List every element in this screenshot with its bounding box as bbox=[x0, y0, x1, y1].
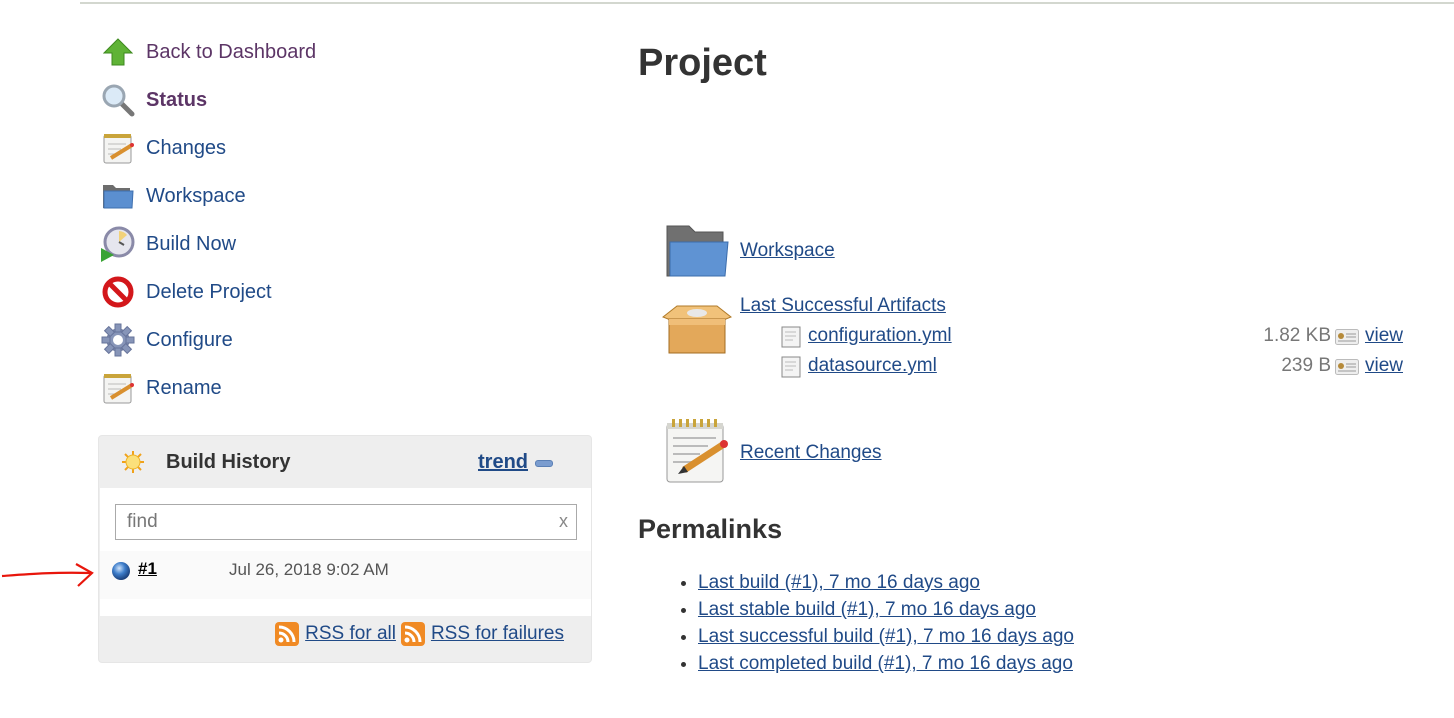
artifact-row: configuration.yml 1.82 KB view bbox=[781, 325, 1403, 351]
permalink-last-stable-build[interactable]: Last stable build (#1), 7 mo 16 days ago bbox=[698, 599, 1036, 620]
file-icon bbox=[781, 326, 801, 354]
view-artifact-link[interactable]: view bbox=[1365, 355, 1403, 377]
last-successful-artifacts-link[interactable]: Last Successful Artifacts bbox=[740, 295, 946, 317]
up-arrow-icon bbox=[100, 34, 136, 70]
task-status[interactable]: Status bbox=[100, 76, 400, 124]
permalink-last-completed-build[interactable]: Last completed build (#1), 7 mo 16 days … bbox=[698, 653, 1073, 674]
task-label: Delete Project bbox=[146, 280, 272, 303]
workspace-link[interactable]: Workspace bbox=[740, 240, 835, 262]
status-ball-icon bbox=[111, 561, 131, 586]
magnifier-icon bbox=[100, 82, 136, 118]
folder-icon bbox=[100, 178, 136, 214]
permalink-last-successful-build[interactable]: Last successful build (#1), 7 mo 16 days… bbox=[698, 626, 1074, 647]
artifact-size: 239 B bbox=[1281, 355, 1331, 376]
task-label: Rename bbox=[146, 376, 222, 399]
view-artifact-link[interactable]: view bbox=[1365, 325, 1403, 347]
fingerprint-icon[interactable] bbox=[1335, 329, 1359, 351]
no-entry-icon bbox=[100, 274, 136, 310]
task-configure[interactable]: Configure bbox=[100, 316, 400, 364]
task-label: Status bbox=[146, 88, 208, 111]
task-label: Changes bbox=[146, 136, 227, 159]
sun-icon bbox=[121, 450, 145, 479]
task-build-now[interactable]: Build Now bbox=[100, 220, 400, 268]
trend-link[interactable]: trend bbox=[478, 451, 528, 474]
rss-icon bbox=[275, 622, 300, 646]
folder-icon bbox=[664, 222, 730, 285]
find-input[interactable] bbox=[125, 505, 549, 539]
rss-all-link[interactable]: RSS for all bbox=[305, 623, 396, 645]
rss-icon bbox=[400, 622, 425, 646]
build-history-header: Build History trend bbox=[99, 436, 591, 488]
task-label: Configure bbox=[146, 328, 233, 351]
artifact-size: 1.82 KB bbox=[1263, 325, 1331, 346]
fingerprint-icon[interactable] bbox=[1335, 359, 1359, 381]
notepad-icon bbox=[664, 418, 730, 491]
artifact-file-link[interactable]: datasource.yml bbox=[808, 355, 937, 377]
task-label: Back to Dashboard bbox=[146, 40, 317, 63]
task-changes[interactable]: Changes bbox=[100, 124, 400, 172]
build-history-body: x #1 Jul 26, 2018 9:02 AM bbox=[100, 488, 591, 616]
permalink-item: Last completed build (#1), 7 mo 16 days … bbox=[698, 651, 1074, 678]
task-back-to-dashboard[interactable]: Back to Dashboard bbox=[100, 28, 400, 76]
permalinks-list: Last build (#1), 7 mo 16 days ago Last s… bbox=[678, 570, 1074, 678]
annotation-arrow-icon bbox=[1, 563, 94, 587]
task-delete-project[interactable]: Delete Project bbox=[100, 268, 400, 316]
top-divider bbox=[80, 2, 1454, 4]
page-title: Project bbox=[638, 42, 767, 84]
permalink-last-build[interactable]: Last build (#1), 7 mo 16 days ago bbox=[698, 572, 980, 593]
notepad-icon bbox=[100, 130, 136, 166]
permalink-item: Last successful build (#1), 7 mo 16 days… bbox=[698, 624, 1074, 651]
permalinks-title: Permalinks bbox=[638, 514, 783, 544]
build-row: #1 Jul 26, 2018 9:02 AM bbox=[100, 551, 591, 599]
sidebar-tasks: Back to Dashboard Status Changes Workspa… bbox=[100, 28, 400, 412]
permalink-item: Last build (#1), 7 mo 16 days ago bbox=[698, 570, 1074, 597]
build-history-panel: Build History trend x #1 Jul 26, 2018 9:… bbox=[98, 435, 592, 663]
clock-play-icon bbox=[100, 226, 136, 262]
find-box: x bbox=[115, 504, 577, 540]
build-timestamp: Jul 26, 2018 9:02 AM bbox=[229, 560, 389, 579]
task-workspace[interactable]: Workspace bbox=[100, 172, 400, 220]
artifact-row: datasource.yml 239 B view bbox=[781, 355, 1403, 381]
task-label: Build Now bbox=[146, 232, 237, 255]
build-number-link[interactable]: #1 bbox=[138, 559, 157, 579]
clear-find-button[interactable]: x bbox=[559, 511, 568, 532]
rss-failures-link[interactable]: RSS for failures bbox=[431, 623, 564, 645]
permalink-item: Last stable build (#1), 7 mo 16 days ago bbox=[698, 597, 1074, 624]
rss-links: RSS for all RSS for failures bbox=[275, 622, 569, 646]
task-label: Workspace bbox=[146, 184, 246, 207]
file-icon bbox=[781, 356, 801, 384]
artifact-file-link[interactable]: configuration.yml bbox=[808, 325, 952, 347]
recent-changes-link[interactable]: Recent Changes bbox=[740, 442, 882, 464]
gear-icon bbox=[100, 322, 136, 358]
task-rename[interactable]: Rename bbox=[100, 364, 400, 412]
collapse-icon[interactable] bbox=[535, 460, 553, 467]
package-box-icon bbox=[661, 303, 733, 360]
notepad-icon bbox=[100, 370, 136, 406]
build-history-title: Build History bbox=[166, 451, 291, 473]
